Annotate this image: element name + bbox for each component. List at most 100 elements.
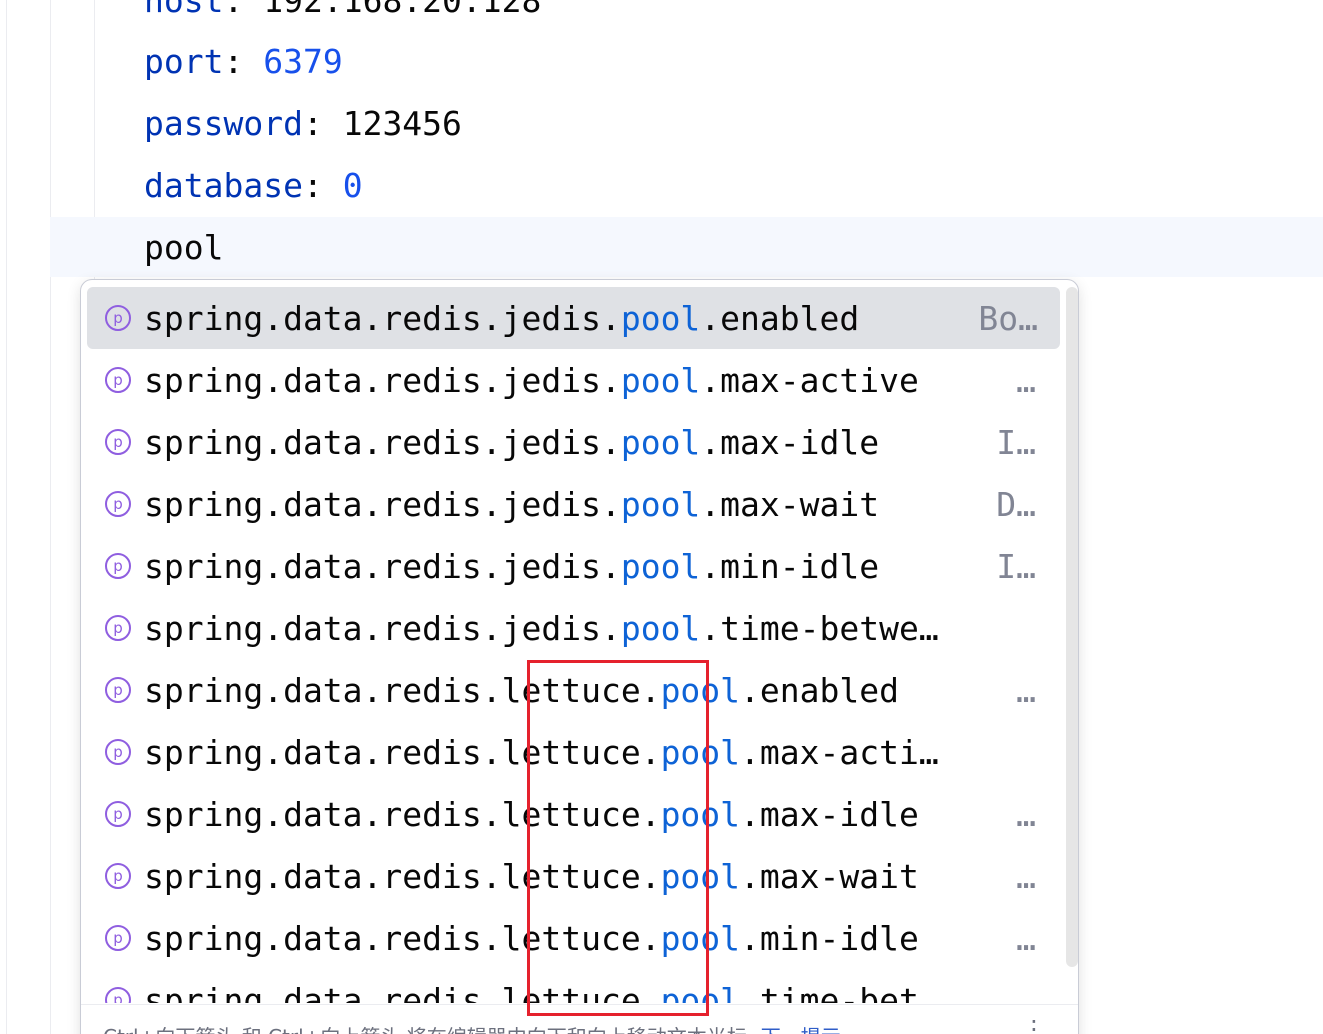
- completion-suffix: .time-bet…: [740, 980, 939, 1004]
- property-icon: p: [105, 801, 131, 827]
- property-icon: p: [105, 367, 131, 393]
- completion-item[interactable]: p spring.data.redis.lettuce.pool.max-acti…: [81, 721, 1066, 783]
- completion-item-label: spring.data.redis.jedis.pool.enabled: [144, 299, 859, 338]
- completion-prefix: spring.data.redis.jedis.: [144, 546, 621, 586]
- completion-match: pool: [620, 422, 701, 462]
- completion-item-label: spring.data.redis.jedis.pool.max-active: [144, 361, 919, 400]
- completion-prefix: spring.data.redis.jedis.: [144, 608, 621, 648]
- property-icon: p: [105, 677, 131, 703]
- completion-popup[interactable]: p spring.data.redis.jedis.pool.enabled Bo……: [80, 279, 1079, 1034]
- completion-suffix: .enabled: [740, 670, 899, 710]
- completion-suffix: .max-idle: [700, 422, 880, 462]
- completion-match: pool: [660, 856, 741, 896]
- completion-item[interactable]: p spring.data.redis.lettuce.pool.max-idle…: [81, 783, 1066, 845]
- yaml-key: host: [144, 0, 224, 20]
- completion-match: pool: [620, 608, 701, 648]
- completion-item-label: spring.data.redis.lettuce.pool.time-bet…: [144, 981, 939, 1004]
- yaml-key: database: [144, 166, 303, 205]
- completion-suffix: .max-idle: [740, 794, 919, 834]
- completion-prefix: spring.data.redis.jedis.: [144, 360, 621, 400]
- completion-item-label: spring.data.redis.lettuce.pool.min-idle: [144, 919, 919, 958]
- code-line-password[interactable]: password: 123456: [144, 93, 462, 155]
- completion-suffix: .time-betwe…: [700, 608, 939, 648]
- completion-type-hint: …: [1016, 670, 1036, 710]
- completion-suffix: .max-wait: [700, 484, 880, 524]
- completion-item[interactable]: p spring.data.redis.jedis.pool.max-idle I…: [81, 411, 1066, 473]
- completion-item-label: spring.data.redis.lettuce.pool.max-idle: [144, 795, 919, 834]
- completion-type-hint: Bo…: [978, 298, 1038, 338]
- yaml-value: 0: [342, 166, 363, 205]
- completion-prefix: spring.data.redis.lettuce.: [144, 856, 661, 896]
- code-line-current[interactable]: pool: [144, 217, 223, 279]
- completion-prefix: spring.data.redis.lettuce.: [144, 980, 661, 1004]
- completion-item-label: spring.data.redis.jedis.pool.max-wait: [144, 485, 879, 524]
- property-icon: p: [105, 491, 131, 517]
- completion-item[interactable]: p spring.data.redis.jedis.pool.time-betwe…: [81, 597, 1066, 659]
- completion-match: pool: [660, 980, 741, 1004]
- completion-suffix: .enabled: [700, 298, 860, 338]
- yaml-value: 6379: [263, 42, 343, 81]
- popup-scrollbar[interactable]: [1066, 287, 1078, 967]
- next-tip-link[interactable]: 下一提示: [761, 1025, 841, 1034]
- completion-match: pool: [660, 732, 741, 772]
- completion-prefix: spring.data.redis.jedis.: [144, 422, 621, 462]
- completion-match: pool: [620, 360, 701, 400]
- gutter-divider: [6, 0, 7, 1034]
- property-icon: p: [105, 863, 131, 889]
- completion-item[interactable]: p spring.data.redis.jedis.pool.max-active…: [81, 349, 1066, 411]
- more-options-icon[interactable]: ⋮: [1022, 1015, 1046, 1034]
- property-icon: p: [105, 739, 131, 765]
- completion-type-hint: …: [1016, 918, 1036, 958]
- footer-hint-text: Ctrl+向下箭头 和 Ctrl+向上箭头 将在编辑器中向下和向上移动文本光标: [103, 1025, 747, 1034]
- property-icon: p: [105, 305, 131, 331]
- fold-guide: [50, 0, 51, 1034]
- completion-item-label: spring.data.redis.lettuce.pool.max-wait: [144, 857, 919, 896]
- property-icon: p: [105, 429, 131, 455]
- footer-hint: Ctrl+向下箭头 和 Ctrl+向上箭头 将在编辑器中向下和向上移动文本光标 下…: [103, 1021, 841, 1034]
- completion-suffix: .max-acti…: [740, 732, 939, 772]
- yaml-separator: :: [223, 0, 264, 20]
- completion-item[interactable]: p spring.data.redis.lettuce.pool.enabled …: [81, 659, 1066, 721]
- completion-item[interactable]: p spring.data.redis.lettuce.pool.time-bet…: [81, 969, 1066, 1003]
- completion-type-hint: …: [1016, 856, 1036, 896]
- completion-prefix: spring.data.redis.jedis.: [144, 298, 621, 338]
- code-line-database[interactable]: database: 0: [144, 155, 363, 217]
- completion-suffix: .max-wait: [740, 856, 919, 896]
- completion-type-hint: …: [1016, 794, 1036, 834]
- completion-item[interactable]: p spring.data.redis.jedis.pool.min-idle I…: [81, 535, 1066, 597]
- completion-item-label: spring.data.redis.lettuce.pool.max-acti…: [144, 733, 939, 772]
- code-line-host[interactable]: host: 192.168.20.128: [144, 0, 541, 32]
- completion-item[interactable]: p spring.data.redis.lettuce.pool.max-wait…: [81, 845, 1066, 907]
- yaml-key: password: [144, 104, 303, 143]
- completion-suffix: .min-idle: [700, 546, 880, 586]
- completion-match: pool: [620, 546, 701, 586]
- yaml-separator: :: [223, 42, 264, 81]
- completion-item[interactable]: p spring.data.redis.lettuce.pool.min-idle…: [81, 907, 1066, 969]
- property-icon: p: [105, 925, 131, 951]
- property-icon: p: [105, 987, 131, 1003]
- completion-type-hint: D…: [996, 484, 1036, 524]
- completion-prefix: spring.data.redis.lettuce.: [144, 794, 661, 834]
- code-line-port[interactable]: port: 6379: [144, 31, 343, 93]
- completion-item-label: spring.data.redis.lettuce.pool.enabled: [144, 671, 899, 710]
- completion-item-label: spring.data.redis.jedis.pool.min-idle: [144, 547, 879, 586]
- completion-footer: Ctrl+向下箭头 和 Ctrl+向上箭头 将在编辑器中向下和向上移动文本光标 下…: [81, 1004, 1078, 1034]
- yaml-separator: :: [302, 104, 343, 143]
- completion-list[interactable]: p spring.data.redis.jedis.pool.enabled Bo……: [81, 287, 1066, 1003]
- completion-item-label: spring.data.redis.jedis.pool.max-idle: [144, 423, 879, 462]
- yaml-separator: :: [302, 166, 343, 205]
- completion-match: pool: [660, 670, 741, 710]
- completion-item[interactable]: p spring.data.redis.jedis.pool.max-wait D…: [81, 473, 1066, 535]
- completion-match: pool: [620, 484, 701, 524]
- typed-text: pool: [144, 228, 224, 267]
- property-icon: p: [105, 553, 131, 579]
- completion-item[interactable]: p spring.data.redis.jedis.pool.enabled Bo…: [87, 287, 1060, 349]
- completion-prefix: spring.data.redis.lettuce.: [144, 670, 661, 710]
- yaml-value: 192.168.20.128: [263, 0, 542, 20]
- completion-match: pool: [660, 794, 741, 834]
- completion-prefix: spring.data.redis.lettuce.: [144, 732, 661, 772]
- completion-suffix: .min-idle: [740, 918, 919, 958]
- yaml-key: port: [144, 42, 224, 81]
- completion-type-hint: I…: [996, 546, 1036, 586]
- current-line-highlight: [50, 217, 1323, 277]
